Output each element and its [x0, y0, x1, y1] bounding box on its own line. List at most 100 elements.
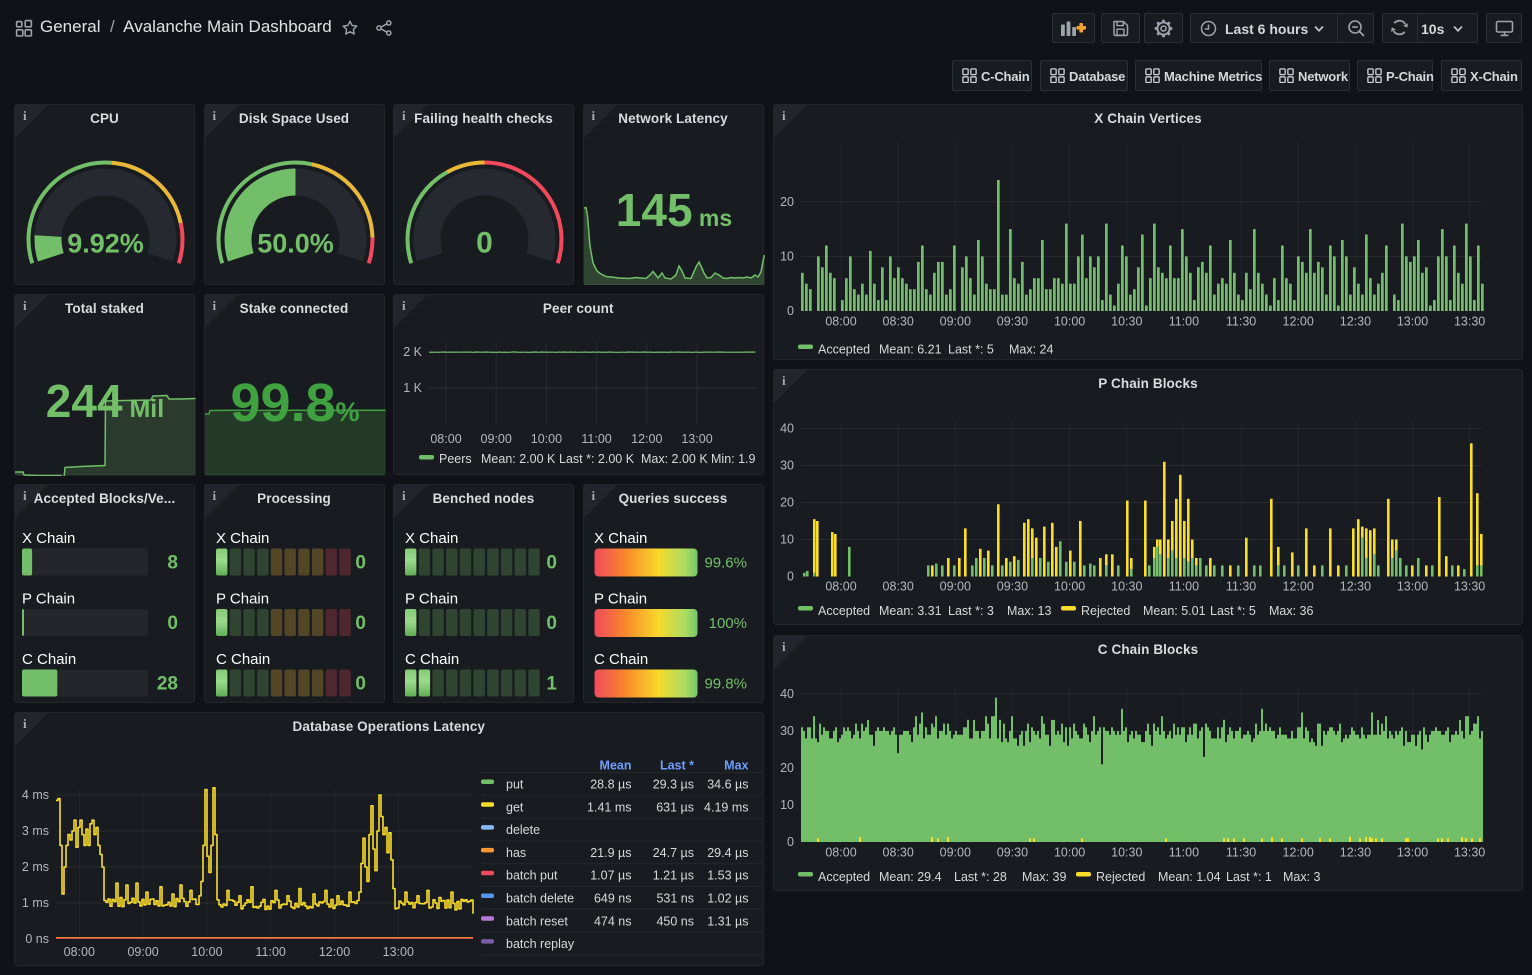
- svg-text:09:00: 09:00: [940, 846, 971, 860]
- svg-text:13:00: 13:00: [1397, 580, 1428, 594]
- svg-text:10: 10: [780, 798, 794, 812]
- svg-text:C Chain: C Chain: [594, 651, 648, 668]
- svg-text:12:00: 12:00: [1283, 846, 1314, 860]
- svg-text:C Chain: C Chain: [216, 651, 270, 668]
- svg-text:08:00: 08:00: [825, 314, 856, 328]
- svg-text:09:00: 09:00: [127, 945, 158, 959]
- svg-text:13:00: 13:00: [681, 432, 712, 446]
- svg-text:Accepted: Accepted: [818, 342, 870, 356]
- svg-text:Mean: 5.01: Mean: 5.01: [1143, 604, 1206, 618]
- svg-text:0: 0: [546, 553, 557, 574]
- svg-text:08:00: 08:00: [825, 580, 856, 594]
- svg-text:0: 0: [355, 613, 366, 634]
- svg-text:delete: delete: [506, 823, 540, 837]
- svg-text:20: 20: [780, 194, 794, 208]
- svg-text:13:30: 13:30: [1454, 314, 1485, 328]
- svg-text:11:00: 11:00: [581, 432, 611, 446]
- svg-text:20: 20: [780, 496, 794, 510]
- svg-text:batch put: batch put: [506, 869, 558, 883]
- svg-text:28.8 µs: 28.8 µs: [590, 778, 631, 792]
- svg-text:0: 0: [355, 553, 366, 574]
- svg-text:29.4 µs: 29.4 µs: [707, 846, 748, 860]
- svg-text:29.3 µs: 29.3 µs: [653, 778, 694, 792]
- svg-text:1.02 µs: 1.02 µs: [707, 892, 748, 906]
- svg-text:09:30: 09:30: [997, 846, 1028, 860]
- svg-text:Last *: 3: Last *: 3: [948, 604, 994, 618]
- svg-text:50.0%: 50.0%: [257, 228, 334, 258]
- svg-text:99.6%: 99.6%: [704, 555, 747, 572]
- svg-text:1 K: 1 K: [403, 381, 422, 395]
- svg-text:X Chain: X Chain: [594, 530, 647, 547]
- svg-text:8: 8: [167, 553, 178, 574]
- svg-text:13:30: 13:30: [1454, 846, 1485, 860]
- svg-text:get: get: [506, 800, 524, 814]
- svg-text:batch reset: batch reset: [506, 914, 568, 928]
- svg-text:X Chain: X Chain: [22, 530, 75, 547]
- svg-text:10:30: 10:30: [1111, 314, 1142, 328]
- svg-text:0: 0: [355, 674, 366, 695]
- svg-text:08:30: 08:30: [883, 314, 914, 328]
- svg-text:1.31 µs: 1.31 µs: [707, 914, 748, 928]
- svg-text:has: has: [506, 846, 526, 860]
- svg-text:10:00: 10:00: [1054, 314, 1085, 328]
- svg-text:99.8%: 99.8%: [704, 676, 747, 693]
- svg-text:12:30: 12:30: [1340, 580, 1371, 594]
- svg-text:Max: 24: Max: 24: [1009, 342, 1054, 356]
- svg-text:1.21 µs: 1.21 µs: [653, 869, 694, 883]
- svg-text:4 ms: 4 ms: [22, 788, 49, 802]
- svg-text:531 ns: 531 ns: [656, 892, 694, 906]
- svg-text:0: 0: [167, 613, 178, 634]
- svg-text:0: 0: [787, 570, 794, 584]
- svg-text:Last *: Last *: [660, 759, 694, 773]
- svg-text:10:00: 10:00: [1054, 846, 1085, 860]
- svg-text:11:00: 11:00: [1169, 580, 1199, 594]
- svg-text:Mean: 1.04: Mean: 1.04: [1158, 870, 1221, 884]
- svg-text:Max: 13: Max: 13: [1007, 604, 1052, 618]
- svg-text:Max: Max: [724, 759, 748, 773]
- svg-text:Mean: Mean: [600, 759, 632, 773]
- svg-text:12:30: 12:30: [1340, 314, 1371, 328]
- svg-text:11:30: 11:30: [1226, 314, 1256, 328]
- svg-text:10: 10: [780, 249, 794, 263]
- svg-text:10: 10: [780, 533, 794, 547]
- svg-text:34.6 µs: 34.6 µs: [707, 778, 748, 792]
- svg-text:13:30: 13:30: [1454, 580, 1485, 594]
- svg-text:244 Mil: 244 Mil: [46, 375, 164, 427]
- svg-text:474 ns: 474 ns: [594, 914, 632, 928]
- svg-text:11:30: 11:30: [1226, 580, 1256, 594]
- svg-text:Last *: 1: Last *: 1: [1226, 870, 1272, 884]
- svg-text:99.8%: 99.8%: [230, 373, 359, 433]
- svg-text:0: 0: [787, 304, 794, 318]
- svg-text:11:00: 11:00: [256, 945, 286, 959]
- svg-text:631 µs: 631 µs: [656, 800, 694, 814]
- svg-text:0 ns: 0 ns: [25, 932, 49, 946]
- svg-text:Last *: 2.00 K: Last *: 2.00 K: [559, 452, 635, 466]
- svg-text:C Chain: C Chain: [405, 651, 459, 668]
- svg-text:40: 40: [780, 422, 794, 436]
- svg-text:30: 30: [780, 724, 794, 738]
- svg-text:Max: 2.00 K: Max: 2.00 K: [641, 452, 708, 466]
- svg-text:Last *: 28: Last *: 28: [954, 870, 1007, 884]
- svg-text:13:00: 13:00: [1397, 846, 1428, 860]
- svg-text:Mean: 3.31: Mean: 3.31: [879, 604, 942, 618]
- svg-text:2 K: 2 K: [403, 345, 422, 359]
- svg-text:11:00: 11:00: [1169, 314, 1199, 328]
- svg-text:09:00: 09:00: [940, 580, 971, 594]
- svg-text:12:30: 12:30: [1340, 846, 1371, 860]
- svg-text:Mean: 29.4: Mean: 29.4: [879, 870, 942, 884]
- svg-text:put: put: [506, 778, 524, 792]
- svg-text:10:30: 10:30: [1111, 580, 1142, 594]
- svg-text:4.19 ms: 4.19 ms: [704, 800, 748, 814]
- svg-text:1.07 µs: 1.07 µs: [590, 869, 631, 883]
- svg-text:450 ns: 450 ns: [656, 914, 694, 928]
- svg-text:11:30: 11:30: [1226, 846, 1256, 860]
- svg-text:12:00: 12:00: [631, 432, 662, 446]
- svg-text:08:00: 08:00: [825, 846, 856, 860]
- svg-text:28: 28: [157, 674, 178, 695]
- svg-text:0: 0: [476, 226, 493, 259]
- svg-text:Mean: 2.00 K: Mean: 2.00 K: [481, 452, 556, 466]
- svg-text:batch replay: batch replay: [506, 937, 575, 951]
- svg-text:1 ms: 1 ms: [22, 896, 49, 910]
- svg-text:Peers: Peers: [439, 452, 472, 466]
- svg-text:10:00: 10:00: [191, 945, 222, 959]
